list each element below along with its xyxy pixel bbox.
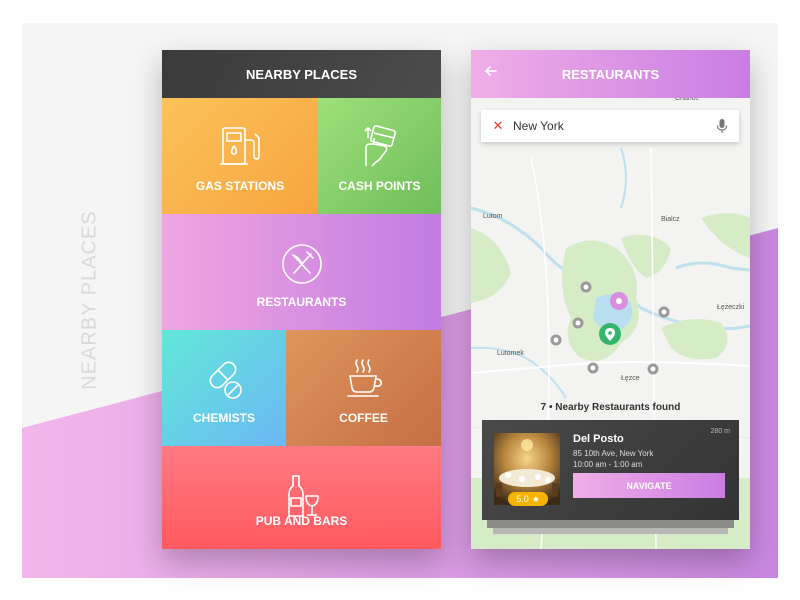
clear-search-icon[interactable]: ✕: [487, 118, 509, 134]
tile-cash-points[interactable]: CASH POINTS: [318, 98, 441, 214]
fork-knife-icon: [281, 244, 322, 284]
tile-pub-and-bars[interactable]: PUB AND BARS: [162, 446, 441, 549]
screen-header: RESTAURANTS: [471, 50, 750, 98]
map-marker[interactable]: [580, 281, 592, 293]
map-place-label: Łężeczki: [717, 304, 745, 311]
map-marker[interactable]: [647, 363, 659, 375]
vertical-side-title: NEARBY PLACES: [78, 210, 101, 390]
tile-gas-stations[interactable]: GAS STATIONS: [162, 98, 318, 214]
restaurant-hours: 10:00 am - 1:00 am: [573, 460, 643, 469]
atm-card-icon: [363, 125, 396, 167]
restaurant-name: Del Posto: [573, 433, 624, 445]
tile-chemists[interactable]: CHEMISTS: [162, 330, 286, 446]
tile-coffee[interactable]: COFFEE: [286, 330, 441, 446]
microphone-icon[interactable]: [715, 118, 729, 134]
tile-restaurants[interactable]: RESTAURANTS: [162, 214, 441, 330]
restaurant-address: 85 10th Ave, New York: [573, 449, 654, 458]
navigate-button[interactable]: NAVIGATE: [573, 473, 725, 498]
restaurants-screen: Charlce Lutom Bialcz Łężeczki Lutomek Łę…: [471, 50, 750, 549]
current-location-pin-icon[interactable]: [599, 323, 621, 345]
restaurant-card[interactable]: 5.0 ★ Del Posto 85 10th Ave, New York 10…: [482, 420, 739, 520]
stage: NEARBY PLACES NEARBY PLACES GAS STATIONS: [0, 0, 800, 600]
nearby-places-screen: NEARBY PLACES GAS STATIONS CASH POINTS R…: [162, 50, 441, 549]
tile-label: PUB AND BARS: [255, 514, 348, 528]
screen-header: NEARBY PLACES: [162, 50, 441, 98]
back-button[interactable]: [481, 64, 501, 84]
search-bar: ✕: [481, 110, 739, 142]
search-input[interactable]: [513, 119, 703, 133]
screen-title: NEARBY PLACES: [245, 66, 357, 82]
tile-label: CHEMISTS: [192, 411, 255, 425]
tile-label: GAS STATIONS: [195, 179, 285, 193]
results-count-text: 7 • Nearby Restaurants found: [540, 402, 681, 413]
map-place-label: Łęzce: [621, 375, 640, 382]
map-marker[interactable]: [658, 306, 670, 318]
map-place-label: Lutom: [483, 213, 503, 220]
map-marker[interactable]: [587, 362, 599, 374]
arrow-left-icon: [484, 66, 497, 76]
restaurant-distance: 280 m: [710, 428, 730, 435]
map-marker[interactable]: [550, 334, 562, 346]
bottle-glass-icon: [287, 475, 319, 517]
screen-title: RESTAURANTS: [561, 66, 660, 82]
tile-label: RESTAURANTS: [256, 295, 347, 309]
pill-icon: [209, 361, 242, 399]
map-place-label: Bialcz: [661, 216, 680, 223]
coffee-cup-icon: [346, 359, 382, 397]
rating-value: 5.0: [516, 494, 529, 504]
tile-label: CASH POINTS: [338, 179, 421, 193]
gas-pump-icon: [220, 127, 260, 165]
rating-badge: 5.0 ★: [508, 492, 548, 506]
tile-label: COFFEE: [339, 411, 388, 425]
map-marker-highlighted[interactable]: [610, 292, 628, 310]
star-icon: ★: [531, 493, 540, 504]
map-place-label: Lutomek: [497, 350, 524, 357]
map-marker[interactable]: [572, 317, 584, 329]
